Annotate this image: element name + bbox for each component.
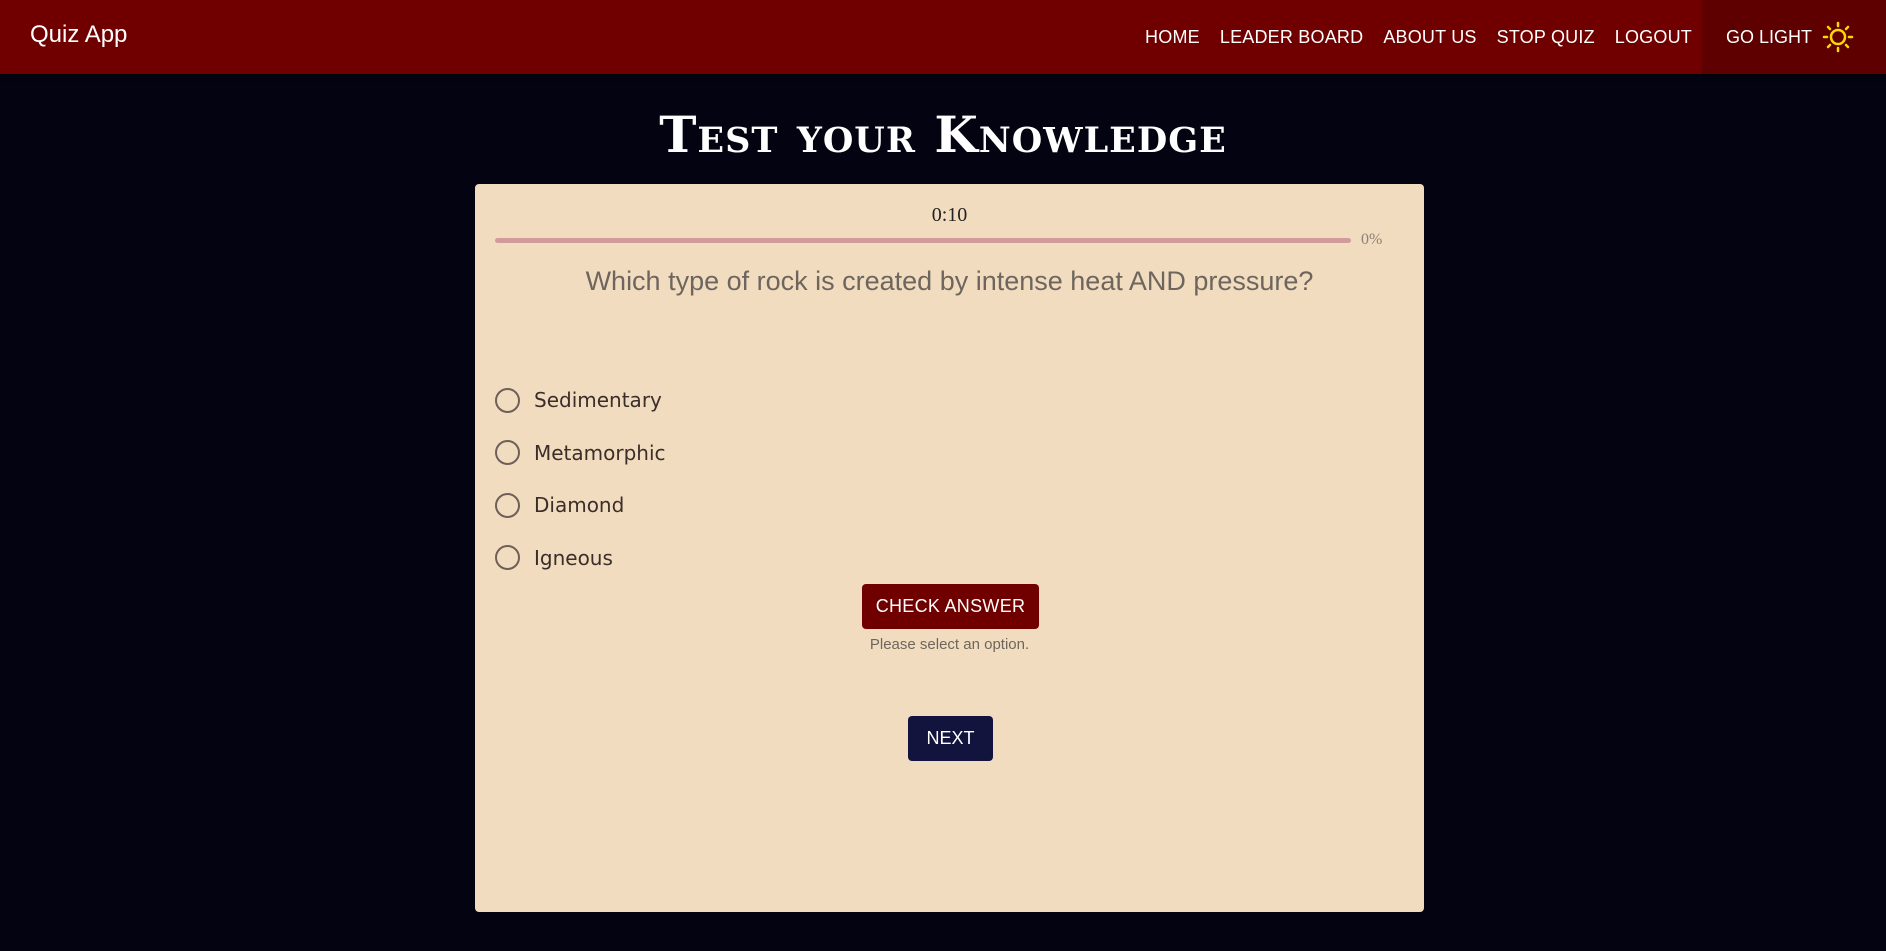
quiz-card: 0:10 0% Which type of rock is created by… [475,184,1424,912]
nav-leader-board-link[interactable]: LEADER BOARD [1210,0,1373,74]
theme-toggle-label: GO LIGHT [1725,26,1812,47]
answer-option-igneous[interactable]: Igneous [495,532,666,585]
page-title: Test your Knowledge [659,105,1227,164]
nav-home-link[interactable]: HOME [1135,0,1210,74]
option-label: Sedimentary [534,388,662,413]
top-navbar: Quiz App HOME LEADER BOARD ABOUT US STOP… [0,0,1886,74]
nav-stop-quiz-link[interactable]: STOP QUIZ [1487,0,1605,74]
sun-icon [1822,21,1854,53]
nav-about-us-link[interactable]: ABOUT US [1373,0,1486,74]
progress-percent: 0% [1361,231,1383,248]
nav-links: HOME LEADER BOARD ABOUT US STOP QUIZ LOG… [1135,0,1886,74]
question-text: Which type of rock is created by intense… [585,266,1314,296]
option-label: Metamorphic [534,440,666,465]
app-brand[interactable]: Quiz App [30,20,127,50]
radio-button[interactable] [495,387,520,413]
nav-logout-link[interactable]: LOGOUT [1605,0,1702,74]
quiz-timer: 0:10 [931,204,968,226]
next-button[interactable]: NEXT [908,716,993,761]
answer-option-sedimentary[interactable]: Sedimentary [495,374,666,427]
answer-option-diamond[interactable]: Diamond [495,479,666,532]
radio-button[interactable] [495,440,520,466]
option-label: Igneous [534,545,613,570]
option-label: Diamond [534,493,625,518]
progress-bar [495,238,1351,243]
validation-hint: Please select an option. [869,636,1030,653]
answer-option-metamorphic[interactable]: Metamorphic [495,427,666,480]
radio-button[interactable] [495,492,520,518]
radio-button[interactable] [495,545,520,571]
theme-toggle-button[interactable]: GO LIGHT [1701,0,1886,74]
check-answer-button[interactable]: CHECK ANSWER [862,584,1039,629]
answer-options: Sedimentary Metamorphic Diamond Igneous [495,374,666,584]
